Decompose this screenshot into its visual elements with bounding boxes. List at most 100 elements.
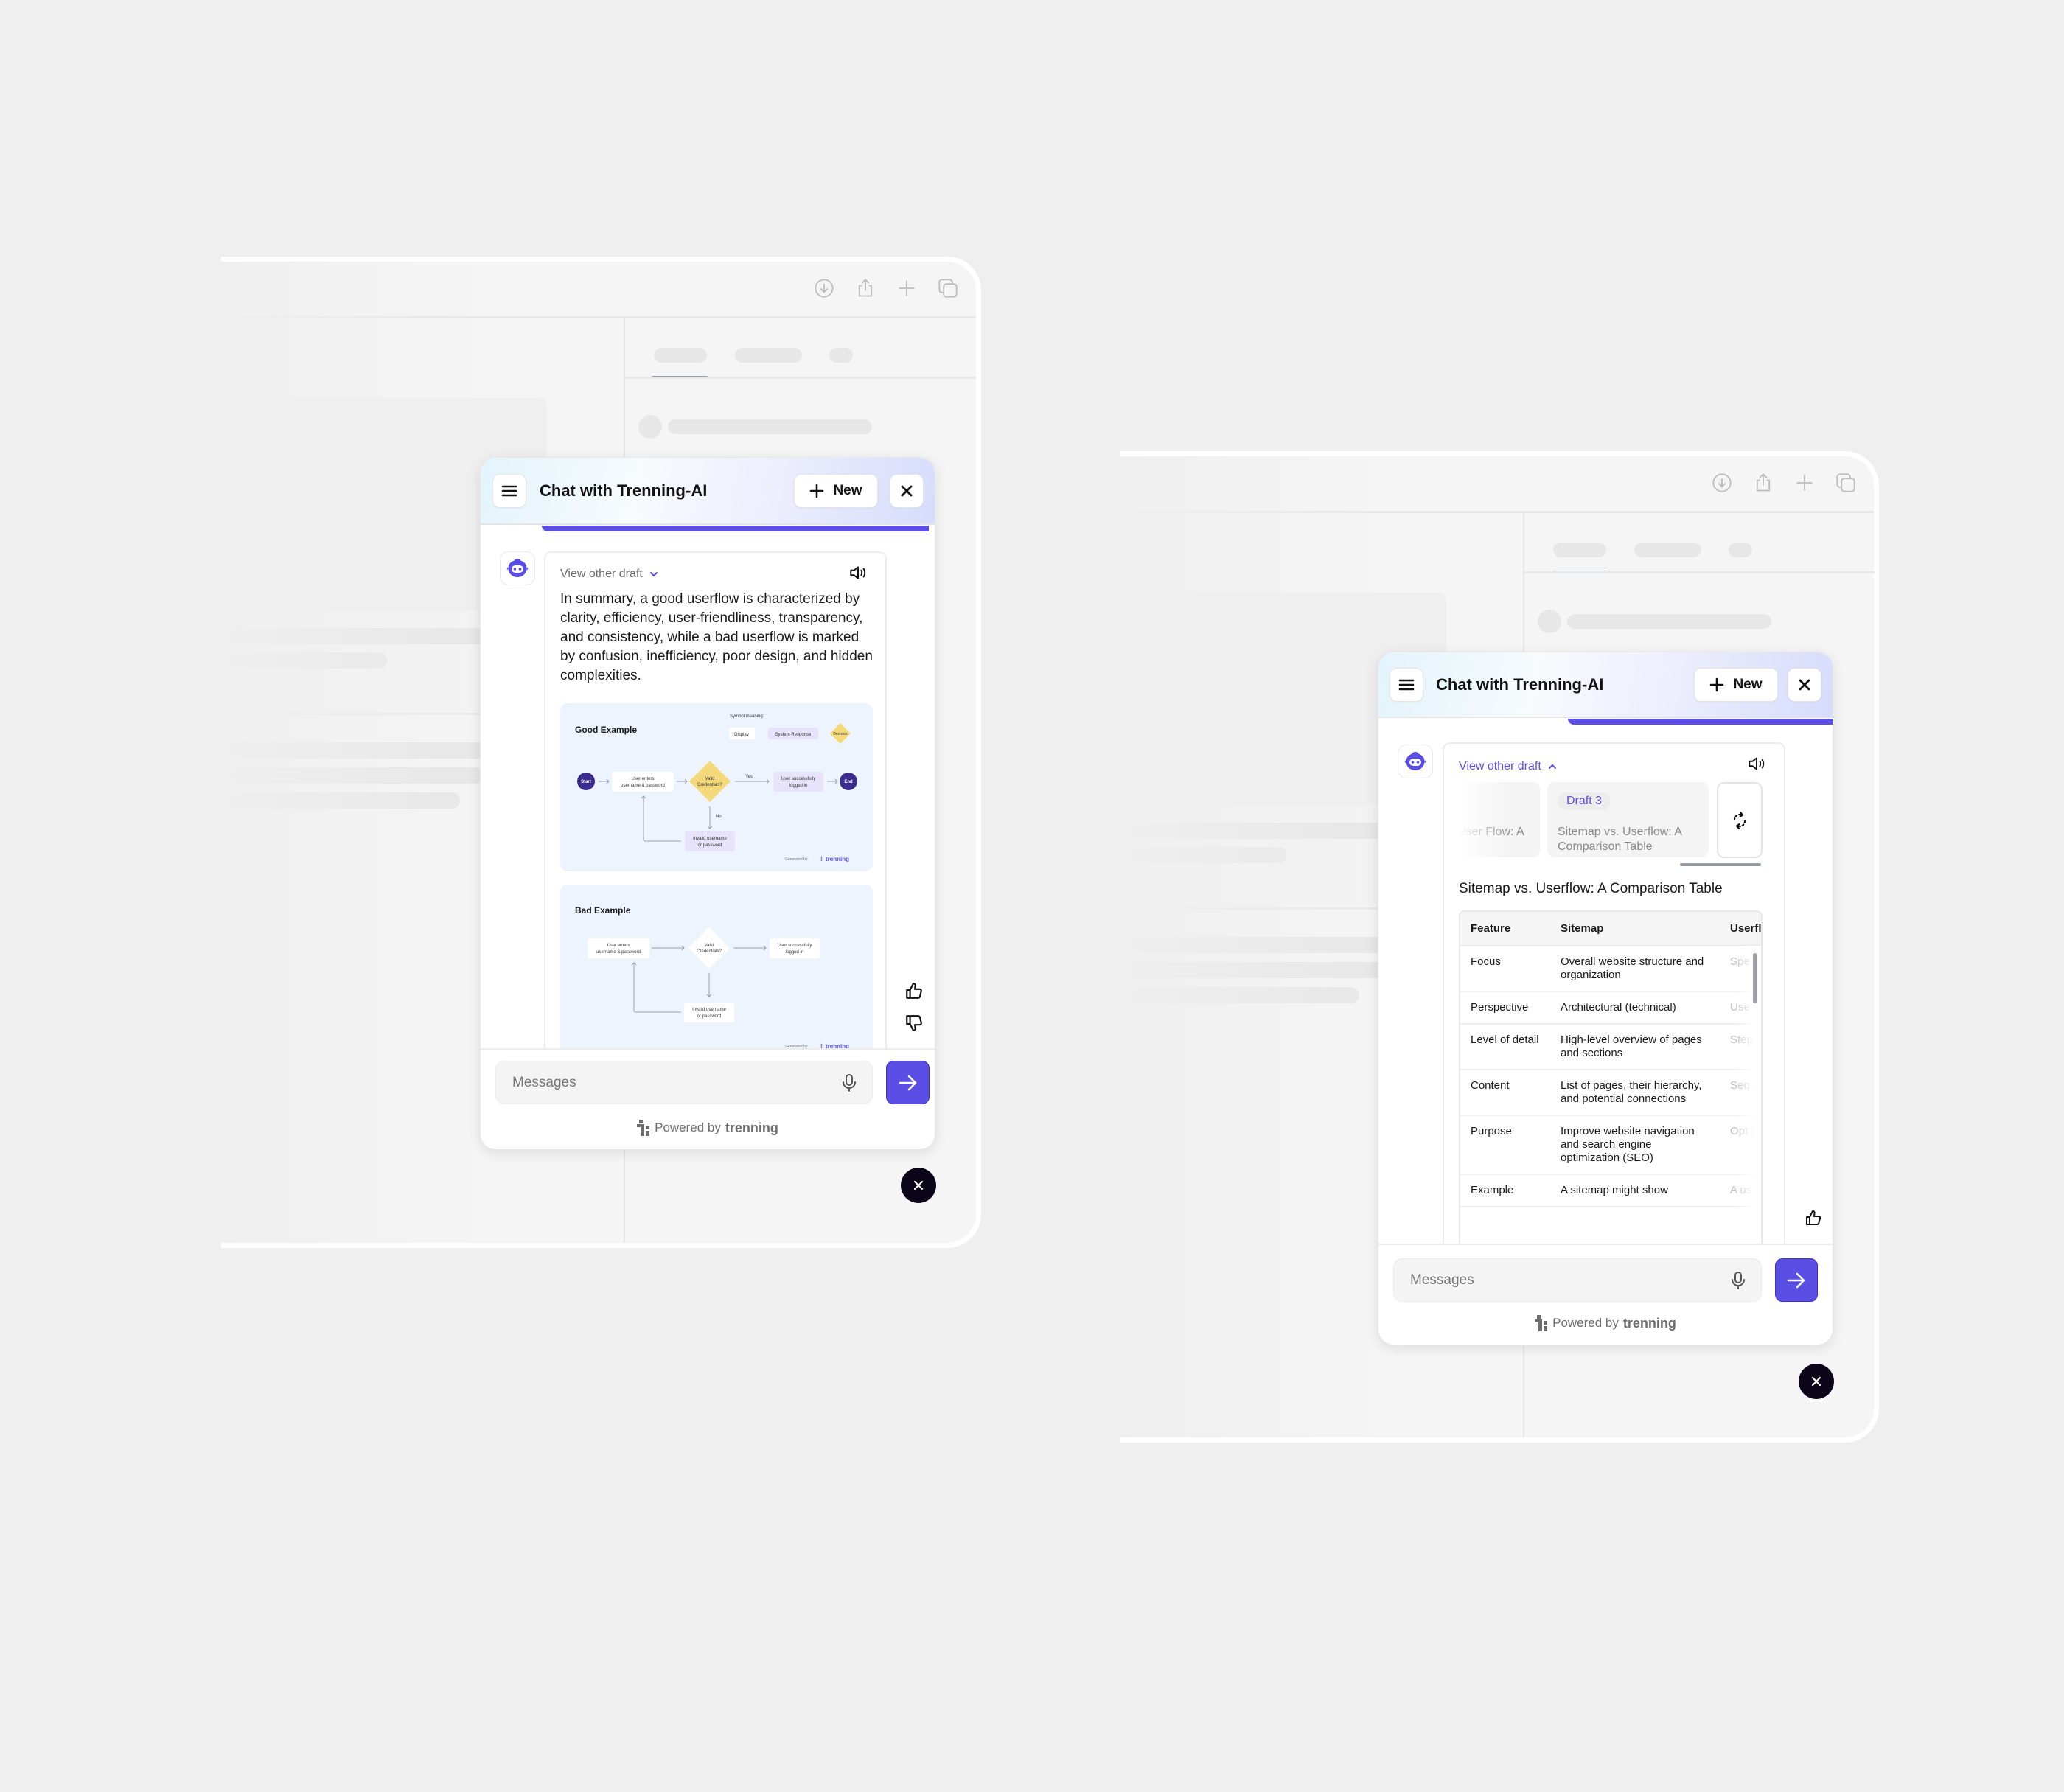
- table-row: Focus Overall website structure and orga…: [1460, 946, 1761, 992]
- send-button[interactable]: [886, 1061, 930, 1104]
- loop-arrow: [641, 795, 681, 842]
- close-widget-button[interactable]: [1799, 1364, 1834, 1399]
- message-input[interactable]: [495, 1061, 873, 1104]
- speaker-icon[interactable]: [1747, 754, 1766, 773]
- table-row: Purpose Improve website navigation and s…: [1460, 1115, 1761, 1175]
- arrow: [733, 945, 767, 951]
- draft-card-active[interactable]: Draft 3 Sitemap vs. Userflow: A Comparis…: [1547, 782, 1709, 857]
- close-widget-button[interactable]: [901, 1168, 936, 1203]
- comparison-table: Feature Sitemap Userflow Focus Overall w…: [1459, 910, 1763, 1244]
- arrow: [677, 778, 688, 784]
- tab-divider: [625, 377, 976, 379]
- table-cell: Level of detail: [1460, 1024, 1550, 1070]
- skeleton-tab[interactable]: [735, 348, 802, 363]
- share-icon[interactable]: [1753, 473, 1774, 493]
- message-input[interactable]: [1393, 1258, 1762, 1302]
- view-other-draft-toggle[interactable]: View other draft: [1459, 760, 1558, 773]
- decision-l2: Credentials?: [697, 949, 722, 954]
- skeleton-tab[interactable]: [829, 348, 853, 363]
- table-cell: Perspective: [1460, 991, 1550, 1025]
- skeleton-line: [1567, 614, 1771, 629]
- powered-by-label: Powered by: [655, 1120, 721, 1134]
- new-chat-button[interactable]: New: [1694, 668, 1778, 702]
- step-success-l2: logged in: [786, 950, 803, 955]
- plus-icon[interactable]: [1794, 473, 1815, 493]
- draft-badge: Draft 3: [1558, 792, 1611, 810]
- generated-by: Generated by:: [785, 857, 809, 862]
- tabs-icon[interactable]: [1835, 473, 1856, 493]
- close-chat-button[interactable]: [1788, 668, 1821, 702]
- decision-node: [689, 761, 731, 802]
- table-cell: Overall website structure and organizati…: [1550, 946, 1720, 992]
- speaker-icon[interactable]: [848, 563, 868, 582]
- good-example-diagram[interactable]: Good Example Symbol meaning: Display Sys…: [560, 703, 873, 871]
- download-icon[interactable]: [1712, 473, 1732, 493]
- send-button[interactable]: [1775, 1258, 1818, 1302]
- plus-icon: [810, 484, 824, 498]
- plus-icon[interactable]: [896, 278, 917, 299]
- draft-card[interactable]: User Flow: A: [1459, 782, 1540, 857]
- download-icon[interactable]: [814, 278, 834, 299]
- table-header: Feature: [1460, 912, 1550, 946]
- skeleton-line: [221, 652, 387, 669]
- legend-title: Symbol meaning:: [730, 714, 764, 719]
- table-cell: Example: [1460, 1174, 1550, 1207]
- table-cell: Improve website navigation and search en…: [1550, 1115, 1720, 1175]
- step-invalid-l2: or password: [697, 1014, 722, 1019]
- skeleton-tab[interactable]: [1553, 543, 1606, 557]
- tabs-icon[interactable]: [938, 278, 958, 299]
- carousel-fade: [1459, 782, 1510, 857]
- table-cell: Purpose: [1460, 1115, 1550, 1175]
- powered-by-brand: trenning: [1622, 1315, 1676, 1331]
- thumbs-up-icon[interactable]: [904, 981, 924, 1000]
- view-other-draft-label: View other draft: [1459, 760, 1541, 773]
- assistant-message: View other draft User Flow: A Draft 3 Si…: [1443, 742, 1785, 1244]
- regenerate-draft-button[interactable]: [1717, 782, 1763, 858]
- skeleton-tab[interactable]: [1634, 543, 1701, 557]
- share-icon[interactable]: [855, 278, 876, 299]
- table-header: Sitemap: [1550, 912, 1720, 946]
- new-chat-button[interactable]: New: [794, 474, 878, 508]
- close-icon: [1799, 679, 1810, 691]
- powered-by-brand: trenning: [725, 1120, 778, 1135]
- microphone-icon[interactable]: [1729, 1271, 1747, 1290]
- skeleton-tab[interactable]: [1729, 543, 1752, 557]
- table-scrollbar[interactable]: [1753, 953, 1757, 1003]
- decision-l1: Valid: [705, 944, 714, 948]
- chat-footer: Powered by trenning: [481, 1048, 935, 1149]
- draft-carousel[interactable]: User Flow: A Draft 3 Sitemap vs. Userflo…: [1459, 782, 1772, 866]
- step-user-enters: [612, 772, 674, 792]
- bad-example-diagram[interactable]: Bad Example User enters username & passw…: [560, 885, 873, 1050]
- step-user-enters-l1: User enters: [607, 944, 630, 948]
- step-user-enters-l1: User enters: [631, 777, 654, 781]
- close-chat-button[interactable]: [890, 474, 924, 508]
- arrow-right-icon: [899, 1075, 916, 1090]
- microphone-icon[interactable]: [840, 1073, 858, 1092]
- end-label: End: [844, 780, 853, 784]
- carousel-scrollbar[interactable]: [1680, 863, 1761, 866]
- loop-arrow: [631, 962, 681, 1013]
- skeleton-tab[interactable]: [654, 348, 707, 363]
- step-success-l1: User successfully: [781, 777, 816, 781]
- table-row: Content List of pages, their hierarchy, …: [1460, 1070, 1761, 1116]
- thumbs-up-icon[interactable]: [1805, 1209, 1822, 1227]
- step-user-enters-l2: username & password: [596, 950, 641, 955]
- step-success: [770, 938, 820, 958]
- chat-header: Chat with Trenning-AI New: [1378, 652, 1833, 718]
- step-user-enters: [588, 938, 649, 958]
- view-other-draft-toggle[interactable]: View other draft: [560, 568, 659, 581]
- bot-icon: [1404, 752, 1426, 770]
- table-title: Sitemap vs. Userflow: A Comparison Table: [1459, 881, 1723, 896]
- bot-avatar: [500, 551, 535, 585]
- skeleton-line: [1120, 847, 1286, 863]
- table-row: Level of detail High-level overview of p…: [1460, 1024, 1761, 1070]
- arrow: [706, 973, 712, 997]
- menu-button[interactable]: [1390, 668, 1423, 702]
- step-invalid-l2: or password: [698, 843, 722, 848]
- browser-toolbar: [221, 262, 976, 318]
- table-row: Example A sitemap might show A us: [1460, 1174, 1761, 1207]
- menu-button[interactable]: [492, 474, 526, 508]
- response-progress-bar: [542, 526, 929, 531]
- close-icon: [1811, 1376, 1821, 1387]
- thumbs-down-icon[interactable]: [904, 1014, 924, 1033]
